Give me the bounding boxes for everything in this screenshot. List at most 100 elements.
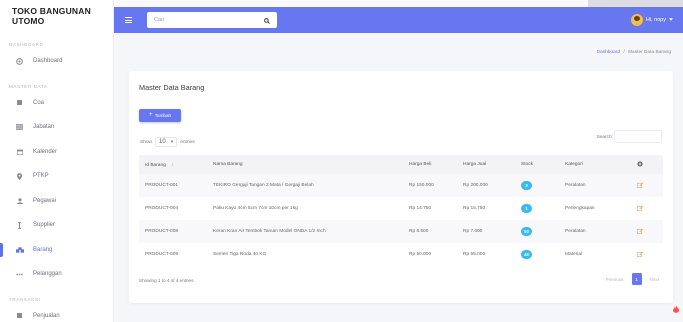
barang-table: Id Barang ⇕ Nama Barang Harga Beli Harga … (139, 155, 663, 266)
cell-harga-jual: Rp 200.000 (457, 174, 515, 197)
sidebar-item-dashboard[interactable]: Dashboard (0, 49, 113, 74)
cell-id-barang: PRODUCT-009 (145, 252, 179, 257)
chevron-down-icon (669, 17, 673, 23)
square-icon (15, 98, 24, 107)
sidebar-item-label: Penjualan (33, 312, 60, 319)
cell-kategori: Perlengkapan (565, 206, 595, 211)
search-input[interactable] (154, 17, 254, 23)
sidebar: TOKO BANGUNAN UTOMO DASHBOARD Dashboard … (0, 0, 114, 322)
sidebar-item-penjualan[interactable]: Penjualan (0, 304, 113, 322)
sidebar-item-ptkp[interactable]: PTKP (0, 164, 113, 189)
topbar-search (147, 12, 277, 28)
sidebar-item-supplier[interactable]: Supplier (0, 213, 113, 238)
column-header-stock[interactable]: Stock (515, 155, 559, 174)
map-pin-icon (15, 172, 24, 181)
cell-nama-barang: Paku Kayu 4cm 5cm 7cm 10cm per 1kg (213, 206, 298, 211)
gear-icon (637, 160, 643, 167)
entries-length-control: Show 10 ▾ entries (140, 137, 195, 147)
sidebar-item-label: Barang (33, 246, 53, 253)
search-icon[interactable] (264, 11, 270, 29)
cell-harga-jual: Rp 7.000 (457, 220, 515, 243)
sidebar-item-jabatan[interactable]: Jabatan (0, 115, 113, 140)
cell-harga-jual: Rp 15.750 (463, 206, 486, 211)
stock-badge: 3 (521, 181, 532, 190)
table-search-label: Search: (596, 135, 613, 140)
sidebar-item-label: Jabatan (33, 124, 55, 131)
entries-value: 10 (159, 139, 166, 145)
cell-id-barang: PRODUCT-008 (139, 220, 207, 243)
cell-stock: 50 (515, 220, 559, 243)
cell-harga-beli: Rp 6.500 (403, 220, 457, 243)
edit-icon[interactable] (637, 228, 643, 236)
cell-id-barang: PRODUCT-001 (139, 174, 207, 197)
column-header-harga-jual[interactable]: Harga Jual (457, 155, 515, 174)
menu-toggle-icon[interactable] (125, 17, 132, 23)
cell-id-barang: PRODUCT-004 (145, 206, 179, 211)
cell-actions (631, 243, 663, 266)
user-menu[interactable]: Hi, nopy (630, 13, 673, 27)
user-greeting: Hi, nopy (645, 17, 666, 23)
edit-icon[interactable] (637, 182, 643, 190)
users-icon (15, 270, 24, 279)
user-icon (15, 196, 24, 205)
cell-actions (631, 174, 663, 197)
breadcrumb-dashboard-link[interactable]: Dashboard (597, 50, 620, 55)
add-item-button[interactable]: + Tambah (139, 109, 181, 122)
edit-icon[interactable] (637, 251, 643, 259)
plus-icon: + (148, 111, 153, 119)
table-row: PRODUCT-009 Semen Tiga Roda 40 KG Rp 50.… (139, 243, 663, 266)
sidebar-item-coa[interactable]: Coa (0, 91, 113, 116)
avatar (630, 14, 643, 26)
flame-icon[interactable] (673, 300, 679, 318)
page-title: Master Data Barang (139, 83, 205, 92)
sidebar-item-kalender[interactable]: Kalender (0, 140, 113, 165)
dashboard-icon (15, 57, 24, 66)
sidebar-item-barang[interactable]: Barang (0, 238, 113, 263)
topbar: Hi, nopy (114, 7, 683, 33)
entries-select[interactable]: 10 ▾ (155, 137, 178, 147)
sidebar-item-label: Pelanggan (33, 271, 62, 278)
cell-harga-jual: Rp 55.000 (463, 252, 486, 257)
sidebar-item-label: Pegawai (33, 197, 57, 204)
table-row: PRODUCT-008 Keran Kran Air Tembok Taman … (139, 220, 663, 243)
pagination-previous[interactable]: Previous (602, 277, 628, 282)
sidebar-item-label: Coa (33, 99, 45, 106)
sidebar-section-dashboard: DASHBOARD (9, 42, 44, 47)
breadcrumb: Dashboard / Master Data Barang (597, 50, 671, 55)
cell-kategori: Material (565, 252, 583, 257)
pagination: Previous 1 Next (602, 273, 663, 285)
column-header-nama-barang[interactable]: Nama Barang (207, 155, 403, 174)
column-header-id-barang[interactable]: Id Barang ⇕ (139, 155, 207, 174)
cell-actions (631, 197, 663, 220)
table-search-input[interactable] (614, 130, 662, 143)
column-header-kategori[interactable]: Kategori (559, 155, 631, 174)
sort-icon: ⇕ (170, 161, 175, 167)
stock-badge: 1 (521, 204, 532, 213)
pagination-next[interactable]: Next (646, 277, 663, 282)
chevron-down-icon: ▾ (170, 139, 174, 145)
cell-nama-barang: Semen Tiga Roda 40 KG (213, 252, 267, 257)
breadcrumb-current: Master Data Barang (628, 50, 671, 55)
table-row: PRODUCT-001 TEKIRO Gergaji Tangan 2 Mata… (139, 174, 663, 197)
pagination-page-1[interactable]: 1 (631, 273, 642, 285)
table-info: Showing 1 to 4 of 4 entries (139, 278, 194, 283)
brand-logo-text[interactable]: TOKO BANGUNAN UTOMO (0, 0, 113, 32)
square-icon (15, 311, 24, 320)
table-row: PRODUCT-004 Paku Kayu 4cm 5cm 7cm 10cm p… (139, 197, 663, 220)
grid-icon (15, 123, 24, 132)
table-header-row: Id Barang ⇕ Nama Barang Harga Beli Harga … (139, 155, 663, 174)
cell-kategori: Peralatan (559, 174, 631, 197)
sidebar-item-label: PTKP (33, 173, 49, 180)
sidebar-section-transaksi: TRANSAKSI (9, 296, 41, 302)
sidebar-item-pelanggan[interactable]: Pelanggan (0, 262, 113, 287)
stock-badge: 50 (521, 227, 532, 236)
cell-nama-barang: TEKIRO Gergaji Tangan 2 Mata / Gergaji B… (207, 174, 403, 197)
sidebar-item-pegawai[interactable]: Pegawai (0, 189, 113, 214)
add-button-label: Tambah (154, 113, 172, 118)
column-header-actions[interactable] (631, 155, 663, 174)
entries-label: entries (180, 139, 195, 145)
column-header-harga-beli[interactable]: Harga Beli (403, 155, 457, 174)
truck-icon (15, 221, 24, 230)
edit-icon[interactable] (637, 205, 643, 213)
cell-actions (631, 220, 663, 243)
